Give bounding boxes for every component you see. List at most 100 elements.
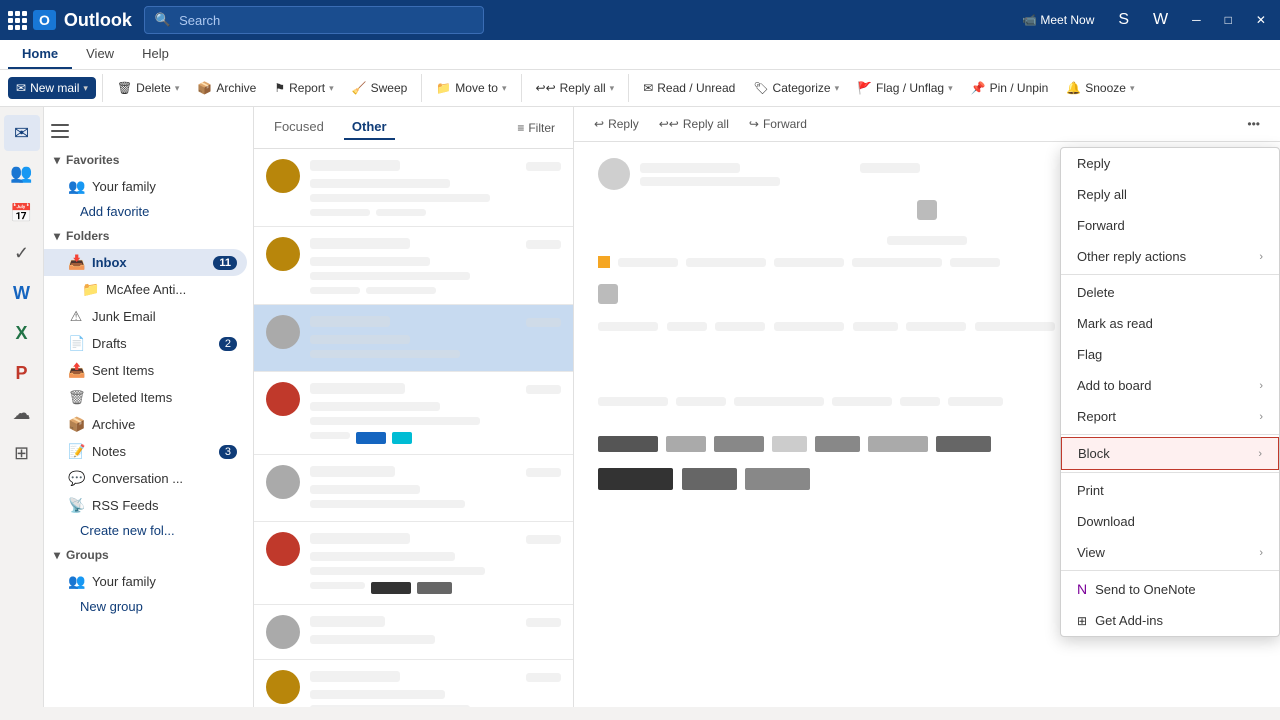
delete-button[interactable]: 🗑 Delete ▾	[109, 77, 187, 99]
tab-view[interactable]: View	[72, 40, 128, 69]
sidebar-item-sent[interactable]: 📤 Sent Items	[44, 357, 247, 384]
menu-item-view[interactable]: View ›	[1061, 537, 1279, 568]
separator	[102, 74, 103, 102]
addins-icon: ⊞	[1077, 614, 1087, 628]
sidebar-icon-apps[interactable]: ⊞	[4, 435, 40, 471]
flag-button[interactable]: 🚩 Flag / Unflag ▾	[849, 77, 961, 99]
favorites-header[interactable]: ▾ Favorites	[44, 147, 253, 173]
menu-item-download[interactable]: Download	[1061, 506, 1279, 537]
read-unread-button[interactable]: ✉ Read / Unread	[635, 77, 743, 99]
menu-item-block[interactable]: Block ›	[1061, 437, 1279, 470]
meet-now-button[interactable]: 📹 Meet Now	[1016, 11, 1100, 29]
chevron-down-icon: ▾	[610, 83, 615, 94]
sidebar-item-archive[interactable]: 📦 Archive	[44, 411, 247, 438]
report-button[interactable]: ⚑ Report ▾	[266, 77, 341, 99]
sidebar-item-notes[interactable]: 📝 Notes 3	[44, 438, 247, 465]
menu-item-delete[interactable]: Delete	[1061, 277, 1279, 308]
tab-focused[interactable]: Focused	[266, 115, 332, 140]
sidebar-item-rss[interactable]: 📡 RSS Feeds	[44, 492, 247, 519]
mail-item[interactable]	[254, 605, 573, 660]
app-name: Outlook	[64, 10, 132, 31]
skype-button[interactable]: S	[1112, 9, 1135, 31]
mail-content	[310, 670, 561, 707]
search-bar[interactable]: 🔍	[144, 6, 484, 34]
mail-item[interactable]	[254, 522, 573, 605]
snooze-button[interactable]: 🔔 Snooze ▾	[1058, 77, 1142, 99]
sidebar-icon-calendar[interactable]: 📅	[4, 195, 40, 231]
notes-icon: 📝	[68, 443, 84, 460]
mail-content	[310, 465, 561, 511]
mail-item[interactable]	[254, 455, 573, 522]
sidebar-icon-mail[interactable]: ✉	[4, 115, 40, 151]
hamburger-menu[interactable]	[44, 115, 76, 147]
more-button[interactable]: •••	[1239, 113, 1268, 135]
waffle-icon[interactable]	[8, 11, 27, 30]
mail-time	[526, 162, 561, 174]
chevron-down-icon: ▾	[175, 83, 180, 94]
forward-button[interactable]: ↪ Forward	[741, 113, 815, 135]
tab-help[interactable]: Help	[128, 40, 183, 69]
new-group-link[interactable]: New group	[44, 595, 253, 618]
archive-button[interactable]: 📦 Archive	[189, 77, 264, 99]
groups-header[interactable]: ▾ Groups	[44, 542, 253, 568]
sidebar-item-your-family-group[interactable]: 👥 Your family	[44, 568, 247, 595]
sidebar-item-drafts[interactable]: 📄 Drafts 2	[44, 330, 247, 357]
account-button[interactable]: W	[1147, 9, 1174, 31]
menu-item-reply-all[interactable]: Reply all	[1061, 179, 1279, 210]
menu-item-send-onenote[interactable]: N Send to OneNote	[1061, 573, 1279, 605]
sidebar-icon-powerpoint[interactable]: P	[4, 355, 40, 391]
reply-button[interactable]: ↩ Reply	[586, 113, 647, 135]
new-mail-button[interactable]: ✉ New mail ▾	[8, 77, 96, 99]
menu-item-reply[interactable]: Reply	[1061, 148, 1279, 179]
sidebar-icon-onedrive[interactable]: ☁	[4, 395, 40, 431]
menu-item-report[interactable]: Report ›	[1061, 401, 1279, 432]
menu-item-flag[interactable]: Flag	[1061, 339, 1279, 370]
sidebar-icon-people[interactable]: 👥	[4, 155, 40, 191]
mail-item[interactable]	[254, 305, 573, 372]
reply-all-button[interactable]: ↩↩ Reply all	[651, 113, 737, 135]
minimize-button[interactable]: ─	[1186, 11, 1207, 29]
sidebar-item-deleted[interactable]: 🗑 Deleted Items	[44, 384, 247, 411]
mail-item[interactable]	[254, 660, 573, 707]
close-button[interactable]: ✕	[1250, 11, 1272, 29]
sidebar-icon-excel[interactable]: X	[4, 315, 40, 351]
tab-other[interactable]: Other	[344, 115, 395, 140]
maximize-button[interactable]: □	[1219, 11, 1238, 29]
mail-time	[526, 673, 561, 685]
folders-header[interactable]: ▾ Folders	[44, 223, 253, 249]
mail-item[interactable]	[254, 227, 573, 305]
sidebar-item-conversation[interactable]: 💬 Conversation ...	[44, 465, 247, 492]
mail-item[interactable]	[254, 372, 573, 455]
read-icon: ✉	[643, 81, 653, 95]
menu-item-mark-read[interactable]: Mark as read	[1061, 308, 1279, 339]
report-icon: ⚑	[274, 81, 285, 95]
snooze-icon: 🔔	[1066, 81, 1081, 95]
sidebar-item-inbox[interactable]: 📥 Inbox 11	[44, 249, 247, 276]
pin-button[interactable]: 📌 Pin / Unpin	[963, 77, 1057, 99]
menu-item-forward[interactable]: Forward	[1061, 210, 1279, 241]
chevron-right-icon: ›	[1259, 547, 1263, 559]
mail-subject	[310, 687, 561, 702]
move-to-button[interactable]: 📁 Move to ▾	[428, 77, 514, 99]
menu-item-print[interactable]: Print	[1061, 475, 1279, 506]
menu-item-get-addins[interactable]: ⊞ Get Add-ins	[1061, 605, 1279, 636]
mail-subject	[310, 482, 561, 497]
reply-all-button[interactable]: ↩↩ Reply all ▾	[528, 77, 623, 99]
sidebar-icon-tasks[interactable]: ✓	[4, 235, 40, 271]
sidebar-item-mcafee[interactable]: 📁 McAfee Anti...	[44, 276, 247, 303]
menu-item-other-reply[interactable]: Other reply actions ›	[1061, 241, 1279, 272]
avatar	[266, 615, 300, 649]
sidebar-item-your-family-fav[interactable]: 👥 Your family	[44, 173, 247, 200]
sidebar-item-junk[interactable]: ⚠ Junk Email	[44, 303, 247, 330]
sidebar-icon-word[interactable]: W	[4, 275, 40, 311]
mail-item[interactable]	[254, 149, 573, 227]
sweep-button[interactable]: 🧹 Sweep	[344, 77, 416, 99]
add-favorite-link[interactable]: Add favorite	[44, 200, 253, 223]
menu-item-add-board[interactable]: Add to board ›	[1061, 370, 1279, 401]
search-input[interactable]	[179, 13, 473, 28]
junk-icon: ⚠	[68, 308, 84, 325]
filter-button[interactable]: ≡ Filter	[511, 118, 561, 138]
categorize-button[interactable]: 🏷 Categorize ▾	[745, 77, 847, 99]
tab-home[interactable]: Home	[8, 40, 72, 69]
create-folder-link[interactable]: Create new fol...	[44, 519, 253, 542]
